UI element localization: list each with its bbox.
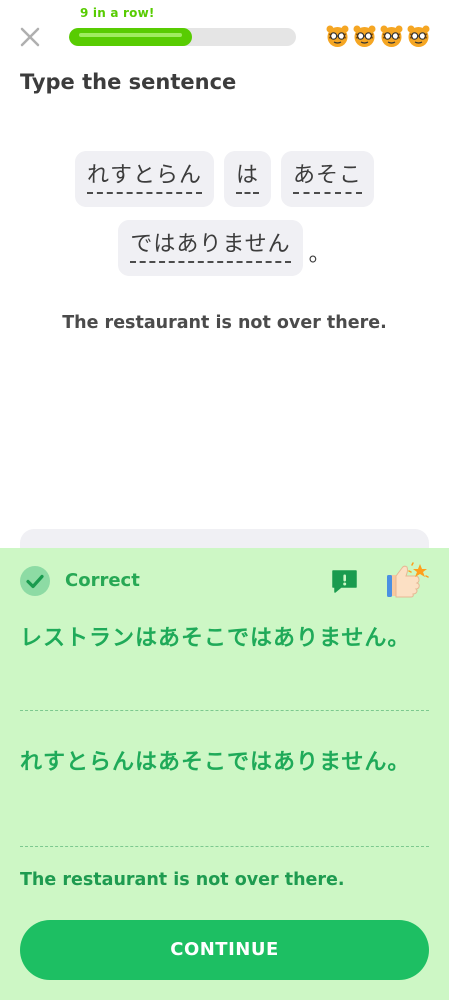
correct-answer-katakana: レストランはあそこではありません。 [20, 626, 411, 651]
tiger-face-icon [325, 24, 350, 48]
tiger-face-icon [406, 24, 431, 48]
word-text: れすとらん [86, 163, 202, 194]
divider [20, 846, 429, 847]
thumbs-up-star-icon [385, 562, 429, 602]
close-icon [20, 27, 40, 47]
report-flag-icon[interactable] [331, 569, 358, 594]
divider [20, 710, 429, 711]
word-text: ではありません [130, 232, 291, 263]
progress-fill [69, 28, 192, 46]
progress-shine [79, 33, 182, 37]
tiger-face-icon [379, 24, 404, 48]
continue-label: CONTINUE [170, 939, 279, 960]
word-chip[interactable]: れすとらん [74, 151, 214, 207]
sentence-period: 。 [308, 242, 331, 267]
lives-indicator [325, 24, 433, 48]
tiger-face-icon [352, 24, 377, 48]
word-chip[interactable]: ではありません [118, 220, 303, 276]
sentence-row: れすとらん は あそこ [0, 151, 449, 207]
word-text: あそこ [293, 163, 363, 194]
word-chip[interactable]: は [223, 151, 271, 207]
answer-meaning: The restaurant is not over there. [20, 870, 345, 890]
correct-label: Correct [65, 570, 140, 591]
correct-answer-hiragana: れすとらんはあそこではありません。 [20, 750, 411, 775]
streak-label: 9 in a row! [80, 6, 155, 20]
word-chip[interactable]: あそこ [281, 151, 375, 207]
close-button[interactable] [17, 24, 43, 50]
sentence-translation: The restaurant is not over there. [62, 313, 387, 333]
progress-bar [69, 28, 296, 46]
check-circle-icon [20, 566, 50, 596]
word-text: は [235, 163, 259, 194]
continue-button[interactable]: CONTINUE [20, 920, 429, 980]
sentence-row: ではありません 。 [0, 220, 449, 276]
challenge-instruction: Type the sentence [20, 70, 237, 94]
